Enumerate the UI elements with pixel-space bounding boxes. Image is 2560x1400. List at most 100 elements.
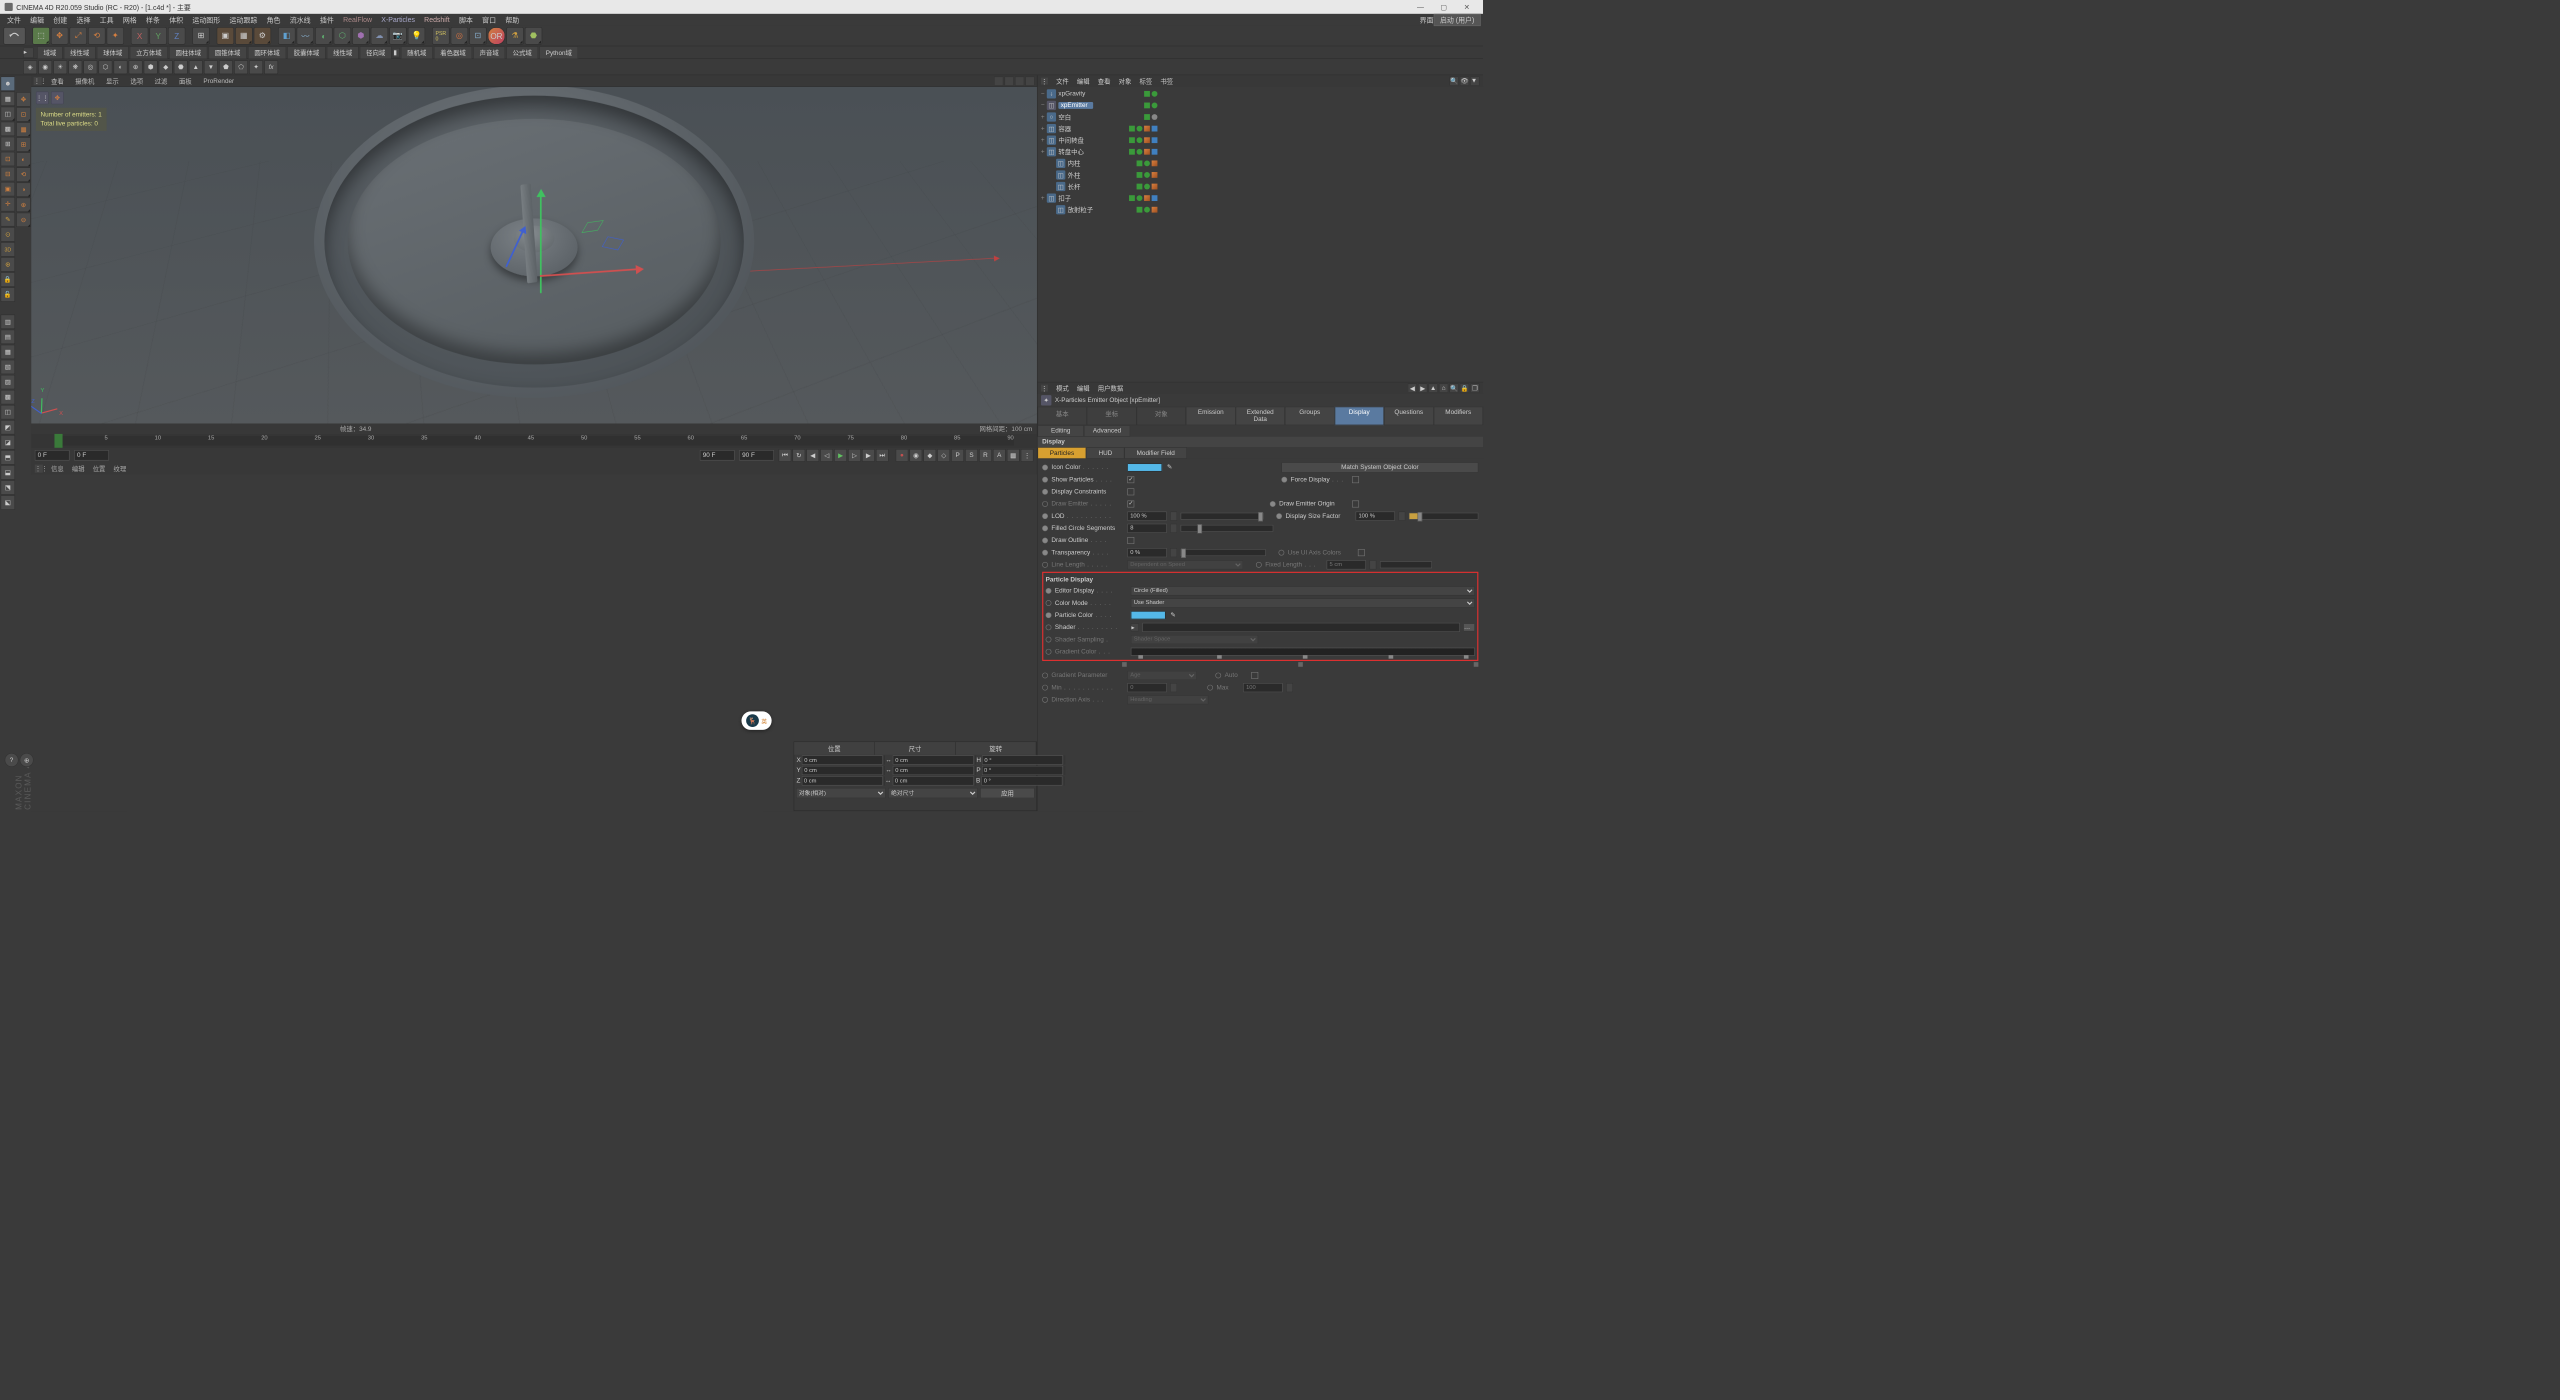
model-mode-icon[interactable]: ◫	[1, 107, 15, 121]
tab-display[interactable]: Display	[1334, 407, 1383, 426]
field-tab-4[interactable]: 圆柱体域	[169, 46, 207, 59]
expand-icon[interactable]: +	[1039, 195, 1047, 202]
particle-color-eyedropper-icon[interactable]: ✎	[1169, 611, 1177, 619]
rtool-5[interactable]: ◐	[16, 152, 30, 166]
object-name[interactable]: 转盘中心	[1058, 147, 1093, 156]
tag-icon[interactable]	[1144, 195, 1150, 201]
objmgr-search-icon[interactable]: 🔍	[1449, 76, 1458, 85]
tag-icon[interactable]	[1152, 184, 1158, 190]
attr-home-icon[interactable]: ⌂	[1439, 383, 1448, 392]
fixedlen-bullet[interactable]	[1256, 562, 1262, 568]
min-input[interactable]	[1127, 683, 1166, 692]
end-frame-input[interactable]	[700, 450, 735, 460]
shader-field[interactable]	[1142, 622, 1459, 631]
field-tab-3[interactable]: 立方体域	[130, 46, 168, 59]
objmgr-bookmarks[interactable]: 书签	[1160, 76, 1173, 85]
vtool-9[interactable]: ◪	[1, 435, 15, 449]
dispsize-input[interactable]	[1356, 511, 1395, 520]
expand-icon[interactable]: +	[1039, 137, 1047, 144]
draw-outline-bullet[interactable]	[1042, 537, 1048, 543]
field-tab-8[interactable]: 线性域	[327, 46, 359, 59]
object-row[interactable]: −◫xpEmitter	[1039, 100, 1482, 112]
mat-tab-pos[interactable]: 位置	[93, 464, 106, 473]
goto-end-button[interactable]: ⏭	[876, 449, 889, 462]
render-dot[interactable]	[1144, 207, 1150, 213]
object-row[interactable]: −↓xpGravity	[1039, 88, 1482, 100]
fcs-input[interactable]	[1127, 523, 1166, 532]
fcs-spinner[interactable]	[1170, 523, 1177, 532]
field-icon-10[interactable]: ◆	[159, 60, 173, 74]
vtool-3[interactable]: ▦	[1, 345, 15, 359]
attrmgr-mode[interactable]: 模式	[1056, 383, 1069, 392]
field-tab-7[interactable]: 胶囊体域	[287, 46, 325, 59]
vtool-8[interactable]: ◩	[1, 420, 15, 434]
render-settings-button[interactable]: ⚙	[254, 27, 271, 44]
live-select-button[interactable]: ⬚	[32, 27, 49, 44]
icon-color-eyedropper-icon[interactable]: ✎	[1166, 463, 1174, 471]
expand-icon[interactable]: −	[1039, 90, 1047, 97]
coord-spinner[interactable]	[1064, 766, 1065, 775]
tab-groups[interactable]: Groups	[1285, 407, 1334, 426]
tab-editing[interactable]: Editing	[1038, 425, 1084, 437]
field-icon-17[interactable]: fx	[264, 60, 278, 74]
visibility-toggle[interactable]	[1137, 207, 1143, 213]
render-dot[interactable]	[1137, 195, 1143, 201]
field-icon-4[interactable]: ❋	[68, 60, 82, 74]
draw-emitter-bullet[interactable]	[1042, 501, 1048, 507]
tab-extdata[interactable]: Extended Data	[1236, 407, 1285, 426]
menu-volume[interactable]: 体积	[165, 15, 188, 25]
object-row[interactable]: +◫转盘中心	[1039, 146, 1482, 158]
objmgr-tags[interactable]: 标签	[1139, 76, 1152, 85]
axis-mode-icon[interactable]: ✛	[1, 197, 15, 211]
menu-file[interactable]: 文件	[2, 15, 25, 25]
vp-move-icon[interactable]: ✥	[51, 92, 64, 105]
tag-icon[interactable]	[1144, 137, 1150, 143]
mat-tab-info[interactable]: 信息	[51, 464, 64, 473]
mat-tab-edit[interactable]: 编辑	[72, 464, 85, 473]
fixedlen-spinner[interactable]	[1369, 560, 1376, 569]
diraxis-bullet[interactable]	[1042, 697, 1048, 703]
uiaxis-checkbox[interactable]	[1358, 549, 1365, 556]
vtool-4[interactable]: ▧	[1, 360, 15, 374]
render-dot[interactable]	[1137, 149, 1143, 155]
field-tab-1[interactable]: 线性域	[64, 46, 96, 59]
last-tool-button[interactable]: ✦	[107, 27, 124, 44]
viewport-grip-icon[interactable]: ⋮⋮	[34, 77, 42, 85]
gradparam-select[interactable]: Age	[1127, 671, 1197, 680]
vp-nav-2[interactable]	[1005, 76, 1014, 85]
field-toggle-icon[interactable]: ▸	[23, 47, 33, 57]
tweak-icon[interactable]: ✎	[1, 212, 15, 226]
field-icon-8[interactable]: ⊕	[129, 60, 143, 74]
lock-icon[interactable]: 🔒	[1, 272, 15, 286]
z-lock-button[interactable]: Z	[168, 27, 185, 44]
coord-mode-select[interactable]: 对象(相对)	[796, 788, 886, 798]
visibility-toggle[interactable]	[1129, 149, 1135, 155]
poly-mode-icon[interactable]: ▣	[1, 182, 15, 196]
menu-help[interactable]: 帮助	[501, 15, 524, 25]
tab-basic[interactable]: 基本	[1038, 407, 1087, 426]
object-row[interactable]: ◫内柱	[1039, 158, 1482, 170]
auto-bullet[interactable]	[1215, 672, 1221, 678]
field-icon-16[interactable]: ✦	[249, 60, 263, 74]
draw-origin-bullet[interactable]	[1270, 501, 1276, 507]
timeline-playhead[interactable]	[54, 434, 62, 448]
subtab-modfield[interactable]: Modifier Field	[1124, 447, 1187, 459]
tag-icon[interactable]	[1152, 195, 1158, 201]
object-name[interactable]: 容器	[1058, 124, 1093, 133]
s-button[interactable]: S	[965, 449, 978, 462]
coord-pos-input[interactable]	[802, 755, 883, 764]
tag-icon[interactable]	[1144, 149, 1150, 155]
transparency-input[interactable]	[1127, 548, 1166, 557]
coord-pos-input[interactable]	[802, 776, 883, 785]
draw-origin-checkbox[interactable]	[1352, 500, 1359, 507]
objmgr-edit[interactable]: 编辑	[1077, 76, 1090, 85]
edge-mode-icon[interactable]: ⊟	[1, 167, 15, 181]
vtool-11[interactable]: ⬓	[1, 465, 15, 479]
gradient-bar[interactable]	[1131, 647, 1475, 655]
field-icon-2[interactable]: ◉	[38, 60, 52, 74]
fixedlen-slider[interactable]	[1380, 561, 1432, 568]
render-dot[interactable]	[1137, 137, 1143, 143]
field-icon-6[interactable]: ⬡	[98, 60, 112, 74]
match-color-button[interactable]: Match System Object Color	[1281, 462, 1478, 472]
max-input[interactable]	[1243, 683, 1282, 692]
